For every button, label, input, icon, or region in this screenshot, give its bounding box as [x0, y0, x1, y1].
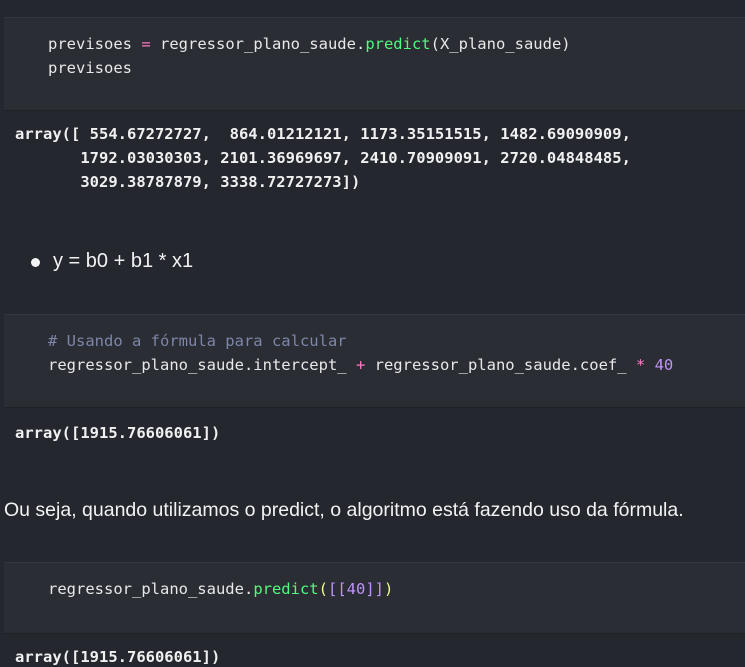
formula-text: y = b0 + b1 * x1 — [53, 250, 194, 272]
code-line-1: previsoes = regressor_plano_saude.predic… — [48, 32, 571, 56]
code-token: regressor_plano_saude.coef_ — [365, 356, 636, 374]
code-token-bracket: ]] — [365, 580, 384, 598]
code-cell-3[interactable]: regressor_plano_saude.predict([[40]]) — [4, 562, 745, 634]
code-token-function: predict — [253, 580, 319, 598]
code-cell-2[interactable]: # Usando a fórmula para calcular regress… — [4, 314, 745, 408]
code-line: regressor_plano_saude.predict([[40]]) — [48, 577, 393, 601]
code-token-function: predict — [365, 35, 431, 53]
output-line-2: 1792.03030303, 2101.36969697, 2410.70909… — [15, 149, 631, 167]
code-cell-1[interactable]: previsoes = regressor_plano_saude.predic… — [4, 17, 745, 111]
code-token: regressor_plano_saude.intercept_ — [48, 356, 356, 374]
code-token-number: 40 — [645, 356, 674, 374]
markdown-paragraph: Ou seja, quando utilizamos o predict, o … — [4, 499, 684, 521]
code-comment: # Usando a fórmula para calcular — [48, 332, 347, 350]
bullet-icon — [31, 258, 40, 267]
output-line-3: 3029.38787879, 3338.72727273]) — [15, 173, 361, 191]
code-token-bracket: [[ — [327, 580, 347, 598]
code-token: previsoes — [48, 59, 132, 77]
output-cell-3: array([1915.76606061]) — [15, 648, 221, 666]
output-line-1: array([ 554.67272727, 864.01212121, 1173… — [15, 125, 631, 143]
code-token: (X_plano_saude) — [430, 35, 571, 53]
code-token: regressor_plano_saude. — [150, 35, 366, 53]
code-token-paren: ( — [318, 580, 328, 598]
code-line-2: previsoes — [48, 56, 132, 80]
code-token-number: 40 — [346, 580, 366, 598]
code-token-operator: = — [141, 35, 151, 53]
code-token: regressor_plano_saude. — [48, 580, 254, 598]
code-token-paren: ) — [384, 580, 394, 598]
code-line: regressor_plano_saude.intercept_ + regre… — [48, 353, 673, 377]
code-token-operator: * — [635, 356, 646, 374]
code-token-operator: + — [355, 356, 366, 374]
code-token: previsoes — [48, 35, 142, 53]
output-cell-2: array([1915.76606061]) — [15, 424, 221, 442]
